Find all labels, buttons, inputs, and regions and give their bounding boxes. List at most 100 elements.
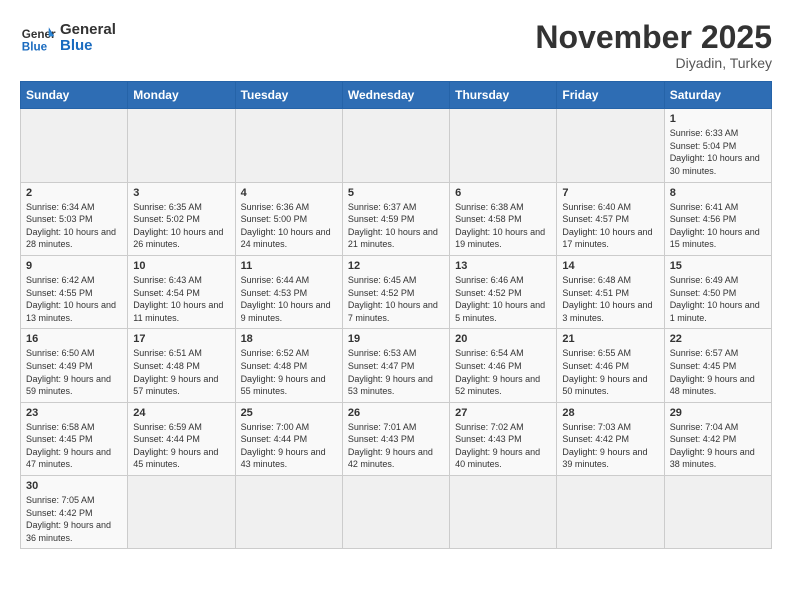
day-number: 24 [133, 407, 229, 419]
day-number: 10 [133, 260, 229, 272]
day-info: Sunrise: 7:02 AM Sunset: 4:43 PM Dayligh… [455, 421, 551, 471]
logo-blue-text: Blue [60, 38, 116, 55]
logo-icon: General Blue [20, 20, 56, 56]
calendar-cell: 18 Sunrise: 6:52 AM Sunset: 4:48 PM Dayli… [235, 329, 342, 402]
calendar-cell: 5 Sunrise: 6:37 AM Sunset: 4:59 PM Daylig… [342, 182, 449, 255]
calendar-cell: 23Sunrise: 6:58 AM Sunset: 4:45 PM Dayli… [21, 402, 128, 475]
calendar-cell: 16 Sunrise: 6:50 AM Sunset: 4:49 PM Dayli… [21, 329, 128, 402]
day-info: Sunrise: 6:55 AM Sunset: 4:46 PM Dayligh… [562, 347, 658, 397]
day-info: Sunrise: 6:34 AM Sunset: 5:03 PM Dayligh… [26, 201, 122, 251]
day-header-friday: Friday [557, 82, 664, 109]
day-header-sunday: Sunday [21, 82, 128, 109]
day-number: 11 [241, 260, 337, 272]
day-header-wednesday: Wednesday [342, 82, 449, 109]
day-number: 17 [133, 333, 229, 345]
calendar-title: November 2025 [535, 20, 772, 55]
day-number: 21 [562, 333, 658, 345]
day-info: Sunrise: 6:40 AM Sunset: 4:57 PM Dayligh… [562, 201, 658, 251]
calendar-cell: 14 Sunrise: 6:48 AM Sunset: 4:51 PM Dayli… [557, 255, 664, 328]
calendar-cell: 29Sunrise: 7:04 AM Sunset: 4:42 PM Dayli… [664, 402, 771, 475]
day-number: 2 [26, 187, 122, 199]
logo: General Blue General Blue [20, 20, 116, 56]
calendar-cell [342, 109, 449, 182]
day-number: 5 [348, 187, 444, 199]
calendar-cell: 15 Sunrise: 6:49 AM Sunset: 4:50 PM Dayli… [664, 255, 771, 328]
day-number: 30 [26, 480, 122, 492]
title-block: November 2025 Diyadin, Turkey [535, 20, 772, 71]
calendar-cell: 24 Sunrise: 6:59 AM Sunset: 4:44 PM Dayli… [128, 402, 235, 475]
day-info: Sunrise: 6:42 AM Sunset: 4:55 PM Dayligh… [26, 274, 122, 324]
calendar-cell: 7Sunrise: 6:40 AM Sunset: 4:57 PM Daylig… [557, 182, 664, 255]
day-number: 19 [348, 333, 444, 345]
day-number: 27 [455, 407, 551, 419]
calendar-cell: 17 Sunrise: 6:51 AM Sunset: 4:48 PM Dayli… [128, 329, 235, 402]
calendar-cell [450, 109, 557, 182]
day-info: Sunrise: 6:35 AM Sunset: 5:02 PM Dayligh… [133, 201, 229, 251]
day-info: Sunrise: 7:03 AM Sunset: 4:42 PM Dayligh… [562, 421, 658, 471]
day-info: Sunrise: 6:51 AM Sunset: 4:48 PM Dayligh… [133, 347, 229, 397]
day-info: Sunrise: 6:59 AM Sunset: 4:44 PM Dayligh… [133, 421, 229, 471]
day-number: 15 [670, 260, 766, 272]
week-row-5: 30Sunrise: 7:05 AM Sunset: 4:42 PM Dayli… [21, 476, 772, 549]
day-header-thursday: Thursday [450, 82, 557, 109]
calendar-cell: 3 Sunrise: 6:35 AM Sunset: 5:02 PM Daylig… [128, 182, 235, 255]
calendar-cell [664, 476, 771, 549]
week-row-0: 1Sunrise: 6:33 AM Sunset: 5:04 PM Daylig… [21, 109, 772, 182]
calendar-cell: 10 Sunrise: 6:43 AM Sunset: 4:54 PM Dayli… [128, 255, 235, 328]
day-number: 25 [241, 407, 337, 419]
calendar-cell: 26 Sunrise: 7:01 AM Sunset: 4:43 PM Dayli… [342, 402, 449, 475]
day-info: Sunrise: 6:50 AM Sunset: 4:49 PM Dayligh… [26, 347, 122, 397]
day-number: 18 [241, 333, 337, 345]
page-header: General Blue General Blue November 2025 … [20, 20, 772, 71]
calendar-cell: 8 Sunrise: 6:41 AM Sunset: 4:56 PM Daylig… [664, 182, 771, 255]
calendar-cell [128, 109, 235, 182]
day-info: Sunrise: 7:01 AM Sunset: 4:43 PM Dayligh… [348, 421, 444, 471]
calendar-cell [235, 109, 342, 182]
calendar-table: SundayMondayTuesdayWednesdayThursdayFrid… [20, 81, 772, 549]
logo-general-text: General [60, 22, 116, 39]
calendar-cell: 9 Sunrise: 6:42 AM Sunset: 4:55 PM Daylig… [21, 255, 128, 328]
day-number: 26 [348, 407, 444, 419]
calendar-cell: 19Sunrise: 6:53 AM Sunset: 4:47 PM Dayli… [342, 329, 449, 402]
day-number: 8 [670, 187, 766, 199]
day-info: Sunrise: 6:43 AM Sunset: 4:54 PM Dayligh… [133, 274, 229, 324]
day-number: 20 [455, 333, 551, 345]
svg-text:Blue: Blue [22, 41, 48, 54]
day-number: 6 [455, 187, 551, 199]
day-number: 13 [455, 260, 551, 272]
day-header-tuesday: Tuesday [235, 82, 342, 109]
day-header-saturday: Saturday [664, 82, 771, 109]
day-info: Sunrise: 6:48 AM Sunset: 4:51 PM Dayligh… [562, 274, 658, 324]
calendar-cell: 6 Sunrise: 6:38 AM Sunset: 4:58 PM Daylig… [450, 182, 557, 255]
week-row-2: 9 Sunrise: 6:42 AM Sunset: 4:55 PM Daylig… [21, 255, 772, 328]
day-info: Sunrise: 6:38 AM Sunset: 4:58 PM Dayligh… [455, 201, 551, 251]
calendar-cell: 11 Sunrise: 6:44 AM Sunset: 4:53 PM Dayli… [235, 255, 342, 328]
day-info: Sunrise: 6:54 AM Sunset: 4:46 PM Dayligh… [455, 347, 551, 397]
day-number: 4 [241, 187, 337, 199]
day-number: 22 [670, 333, 766, 345]
day-info: Sunrise: 6:57 AM Sunset: 4:45 PM Dayligh… [670, 347, 766, 397]
calendar-cell: 4 Sunrise: 6:36 AM Sunset: 5:00 PM Daylig… [235, 182, 342, 255]
day-info: Sunrise: 7:00 AM Sunset: 4:44 PM Dayligh… [241, 421, 337, 471]
calendar-cell [21, 109, 128, 182]
day-info: Sunrise: 6:49 AM Sunset: 4:50 PM Dayligh… [670, 274, 766, 324]
day-info: Sunrise: 6:36 AM Sunset: 5:00 PM Dayligh… [241, 201, 337, 251]
day-info: Sunrise: 6:46 AM Sunset: 4:52 PM Dayligh… [455, 274, 551, 324]
day-number: 9 [26, 260, 122, 272]
calendar-cell: 13 Sunrise: 6:46 AM Sunset: 4:52 PM Dayli… [450, 255, 557, 328]
day-number: 14 [562, 260, 658, 272]
day-number: 3 [133, 187, 229, 199]
day-number: 16 [26, 333, 122, 345]
day-info: Sunrise: 6:44 AM Sunset: 4:53 PM Dayligh… [241, 274, 337, 324]
calendar-cell: 20 Sunrise: 6:54 AM Sunset: 4:46 PM Dayli… [450, 329, 557, 402]
day-info: Sunrise: 6:52 AM Sunset: 4:48 PM Dayligh… [241, 347, 337, 397]
calendar-subtitle: Diyadin, Turkey [535, 55, 772, 71]
week-row-4: 23Sunrise: 6:58 AM Sunset: 4:45 PM Dayli… [21, 402, 772, 475]
day-info: Sunrise: 6:41 AM Sunset: 4:56 PM Dayligh… [670, 201, 766, 251]
calendar-cell: 22 Sunrise: 6:57 AM Sunset: 4:45 PM Dayli… [664, 329, 771, 402]
day-info: Sunrise: 6:37 AM Sunset: 4:59 PM Dayligh… [348, 201, 444, 251]
week-row-1: 2 Sunrise: 6:34 AM Sunset: 5:03 PM Daylig… [21, 182, 772, 255]
calendar-cell [342, 476, 449, 549]
calendar-cell: 25 Sunrise: 7:00 AM Sunset: 4:44 PM Dayli… [235, 402, 342, 475]
week-row-3: 16 Sunrise: 6:50 AM Sunset: 4:49 PM Dayli… [21, 329, 772, 402]
